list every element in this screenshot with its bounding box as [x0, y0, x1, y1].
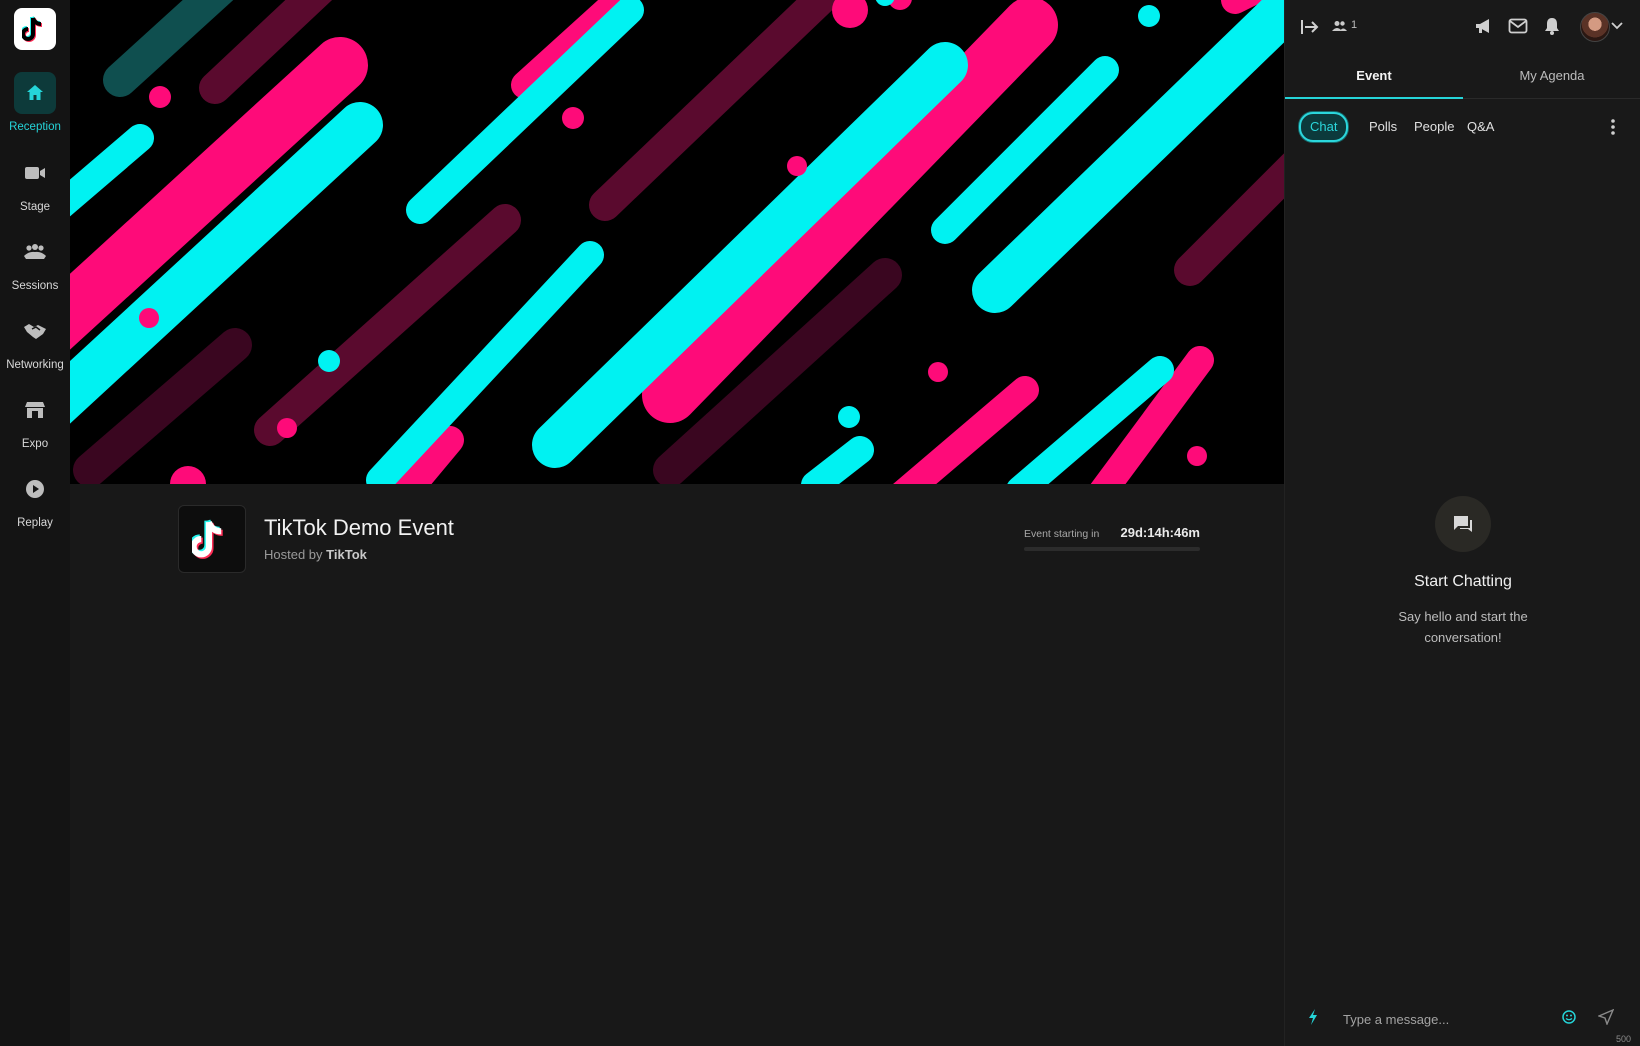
nav-item-sessions[interactable]: Sessions [0, 231, 70, 292]
nav-label-networking: Networking [6, 359, 64, 371]
hosted-by-label: Hosted by [264, 547, 323, 562]
character-limit: 500 [1615, 1034, 1631, 1044]
handshake-icon [14, 310, 56, 352]
tiktok-logo-icon[interactable] [14, 8, 56, 50]
more-options-icon[interactable] [1605, 116, 1621, 138]
tab-my-agenda-label: My Agenda [1519, 68, 1585, 83]
nav-label-expo: Expo [21, 438, 49, 450]
host-name[interactable]: TikTok [326, 547, 367, 562]
user-avatar[interactable] [1580, 12, 1610, 42]
people-group-icon [14, 231, 56, 273]
attendee-count: 1 [1351, 19, 1358, 31]
bell-icon[interactable] [1541, 15, 1563, 37]
event-banner-image [70, 0, 1284, 484]
message-input[interactable] [1341, 1006, 1555, 1032]
nav-item-expo[interactable]: Expo [0, 389, 70, 450]
right-panel: 1 Event My Agenda Chat Polls People Q&A [1284, 0, 1640, 1046]
subtab-people[interactable]: People [1414, 112, 1454, 142]
send-icon[interactable] [1597, 1008, 1615, 1026]
event-logo-icon [178, 505, 246, 573]
nav-label-replay: Replay [17, 517, 53, 529]
tab-event-label: Event [1356, 68, 1392, 83]
storefront-icon [14, 389, 56, 431]
lightning-icon[interactable] [1305, 1008, 1321, 1026]
countdown-value: 29d:14h:46m [1120, 525, 1200, 540]
countdown-label: Event starting in [1024, 528, 1100, 540]
empty-chat-subtitle: Say hello and start the conversation! [1398, 609, 1528, 645]
nav-label-reception: Reception [9, 121, 61, 133]
tab-active-underline [1285, 97, 1463, 99]
panel-toolbar: 1 [1285, 0, 1640, 52]
empty-chat-title: Start Chatting [1414, 573, 1512, 590]
subtab-qa[interactable]: Q&A [1467, 112, 1494, 142]
play-circle-icon [14, 468, 56, 510]
video-camera-icon [14, 152, 56, 194]
left-sidebar: Reception Stage Sessions Networking Expo… [0, 0, 70, 1046]
attendees-icon[interactable] [1331, 19, 1347, 33]
tab-event[interactable]: Event [1285, 52, 1463, 99]
mail-icon[interactable] [1507, 15, 1529, 37]
nav-item-replay[interactable]: Replay [0, 468, 70, 529]
event-title: TikTok Demo Event [264, 515, 454, 540]
message-composer: 500 [1285, 1000, 1640, 1046]
panel-tabs: Event My Agenda [1285, 52, 1640, 99]
subtab-polls[interactable]: Polls [1369, 112, 1397, 142]
nav-label-sessions: Sessions [11, 280, 59, 292]
nav-item-reception[interactable]: Reception [0, 72, 70, 133]
main-content: TikTok Demo Event Hosted by TikTok Event… [70, 0, 1284, 1046]
megaphone-icon[interactable] [1473, 15, 1495, 37]
nav-item-stage[interactable]: Stage [0, 152, 70, 213]
emoji-icon[interactable] [1561, 1009, 1577, 1025]
nav-item-networking[interactable]: Networking [0, 310, 70, 371]
event-countdown: Event starting in 29d:14h:46m [1024, 525, 1200, 559]
chat-bubble-icon [1435, 496, 1491, 552]
collapse-panel-icon[interactable] [1299, 16, 1321, 38]
subtab-chat[interactable]: Chat [1299, 112, 1349, 142]
nav-label-stage: Stage [19, 201, 51, 213]
home-icon [14, 72, 56, 114]
tab-my-agenda[interactable]: My Agenda [1463, 52, 1640, 98]
event-info-card: TikTok Demo Event Hosted by TikTok Event… [178, 505, 1248, 575]
countdown-progress-bar [1024, 547, 1200, 551]
chevron-down-icon[interactable] [1610, 19, 1624, 33]
event-host: Hosted by TikTok [264, 547, 367, 562]
chat-subtabs: Chat Polls People Q&A [1299, 112, 1629, 142]
